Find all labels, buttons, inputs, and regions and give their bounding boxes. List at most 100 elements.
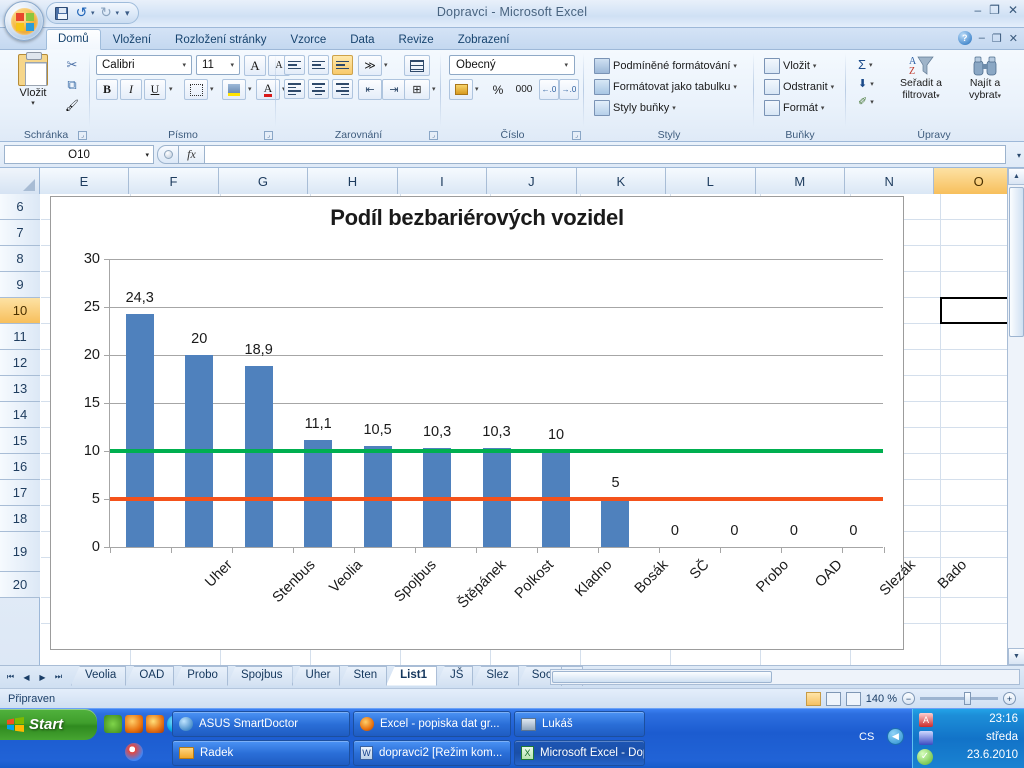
formula-toggle-button[interactable] — [157, 145, 179, 164]
page-break-view-button[interactable] — [845, 691, 861, 706]
acrobat-tray-icon[interactable]: A — [919, 713, 933, 727]
vertical-scroll-thumb[interactable] — [1009, 187, 1024, 337]
align-top-button[interactable] — [284, 55, 305, 75]
bar-group[interactable]: 10 — [526, 259, 585, 547]
antivirus-tray-icon[interactable]: ✓ — [917, 749, 933, 765]
decrease-indent-button[interactable]: ⇤ — [358, 79, 382, 100]
row-header-10[interactable]: 10 — [0, 298, 40, 324]
sheet-tab-oad[interactable]: OAD — [125, 665, 175, 686]
align-left-button[interactable] — [284, 79, 305, 99]
thousands-button[interactable]: 000 — [511, 79, 537, 100]
vertical-scrollbar[interactable]: ▲ ▼ — [1007, 168, 1024, 665]
zoom-level[interactable]: 140 % — [866, 693, 897, 705]
minimize-button[interactable]: – — [974, 4, 981, 16]
underline-caret-icon[interactable]: ▾ — [169, 85, 173, 93]
bar-group[interactable]: 10,3 — [467, 259, 526, 547]
taskbar-button-dopravci2[interactable]: W dopravci2 [Režim kom... — [353, 740, 511, 766]
chevron-down-icon[interactable]: ▾ — [870, 80, 874, 88]
tab-zobrazeni[interactable]: Zobrazení — [446, 30, 522, 50]
sheet-tab-js[interactable]: JŠ — [435, 665, 474, 686]
cell-styles-button[interactable]: Styly buňky ▾ — [590, 98, 741, 118]
next-sheet-button[interactable]: ▶ — [35, 670, 50, 685]
sheet-tab-spojbus[interactable]: Spojbus — [226, 665, 293, 686]
first-sheet-button[interactable]: ⏮ — [3, 670, 18, 685]
sheet-tab-probo[interactable]: Probo — [173, 665, 228, 686]
chevron-down-icon[interactable]: ▾ — [145, 151, 149, 159]
chrome-icon[interactable] — [125, 743, 143, 761]
autosum-button[interactable]: Σ ▾ — [854, 55, 878, 74]
insert-cells-button[interactable]: Vložit ▾ — [760, 56, 838, 76]
column-header-I[interactable]: I — [397, 168, 488, 194]
underline-button[interactable]: U — [144, 79, 166, 100]
column-header-G[interactable]: G — [218, 168, 309, 194]
decrease-decimal-button[interactable]: →.0 — [559, 79, 579, 100]
firefox-icon[interactable] — [125, 715, 143, 733]
copy-button[interactable]: ⧉ — [60, 75, 84, 95]
borders-caret-icon[interactable]: ▾ — [210, 85, 214, 93]
row-header-19[interactable]: 19 — [0, 532, 40, 572]
tab-rozlozeni-stranky[interactable]: Rozložení stránky — [163, 30, 278, 50]
doc-restore-button[interactable]: ❐ — [992, 32, 1002, 45]
zoom-slider[interactable] — [920, 692, 998, 705]
font-name-input[interactable]: Calibri ▾ — [96, 55, 192, 75]
doc-minimize-button[interactable]: – — [979, 32, 985, 44]
expand-formula-bar-icon[interactable]: ▾ — [1017, 151, 1021, 160]
help-icon[interactable]: ? — [957, 31, 972, 45]
page-layout-view-button[interactable] — [825, 691, 841, 706]
fill-color-button[interactable] — [222, 79, 246, 100]
bar-veolia[interactable] — [244, 366, 273, 547]
column-header-N[interactable]: N — [844, 168, 935, 194]
reference-line-orange[interactable] — [110, 497, 883, 501]
chart-object[interactable]: Podíl bezbariérových vozidel 30 25 20 15… — [50, 196, 970, 650]
office-button[interactable] — [4, 1, 44, 41]
horizontal-scrollbar[interactable] — [550, 669, 1020, 685]
row-header-20[interactable]: 20 — [0, 572, 40, 598]
align-right-button[interactable] — [332, 79, 353, 99]
taskbar-button-radek[interactable]: Radek — [172, 740, 350, 766]
format-as-table-button[interactable]: Formátovat jako tabulku ▾ — [590, 77, 741, 97]
doc-close-button[interactable]: ✕ — [1009, 32, 1018, 45]
chevron-down-icon[interactable]: ▾ — [936, 93, 940, 100]
bar-sc[interactable] — [601, 499, 630, 547]
font-size-input[interactable]: 11 ▾ — [196, 55, 240, 75]
chevron-down-icon[interactable]: ▾ — [998, 93, 1002, 100]
increase-decimal-button[interactable]: ←.0 — [539, 79, 559, 100]
chevron-down-icon[interactable]: ▾ — [831, 83, 835, 91]
column-header-M[interactable]: M — [755, 168, 845, 194]
cut-button[interactable]: ✂ — [60, 55, 84, 75]
bar-group[interactable]: 20 — [169, 259, 228, 547]
format-painter-button[interactable]: 🖌 — [60, 95, 84, 115]
find-select-button[interactable]: Najít a vybrat▾ — [954, 54, 1016, 102]
zoom-in-button[interactable]: + — [1003, 692, 1016, 705]
maximize-button[interactable]: ❐ — [989, 4, 1000, 16]
column-header-J[interactable]: J — [487, 168, 577, 194]
tab-vlozeni[interactable]: Vložení — [101, 30, 163, 50]
bar-group[interactable]: 0 — [645, 259, 704, 547]
row-header-15[interactable]: 15 — [0, 428, 40, 454]
clipboard-dialog-launcher[interactable]: ⌟ — [78, 131, 87, 140]
format-cells-button[interactable]: Formát ▾ — [760, 98, 838, 118]
row-header-7[interactable]: 7 — [0, 220, 40, 246]
sheet-tab-sten[interactable]: Sten — [339, 665, 388, 686]
zoom-out-button[interactable]: − — [902, 692, 915, 705]
scroll-up-button[interactable]: ▲ — [1008, 168, 1024, 185]
fill-caret-icon[interactable]: ▾ — [248, 85, 252, 93]
delete-cells-button[interactable]: Odstranit ▾ — [760, 77, 838, 97]
chevron-down-icon[interactable]: ▾ — [733, 83, 737, 91]
grow-font-button[interactable]: A — [244, 55, 266, 76]
row-header-8[interactable]: 8 — [0, 246, 40, 272]
fill-button[interactable]: ⬇ ▾ — [854, 75, 878, 92]
bar-group[interactable]: 18,9 — [229, 259, 288, 547]
language-indicator[interactable]: CS — [859, 731, 874, 743]
align-bottom-button[interactable] — [332, 55, 353, 75]
chevron-down-icon[interactable]: ▾ — [870, 98, 874, 106]
column-header-H[interactable]: H — [308, 168, 398, 194]
bold-button[interactable]: B — [96, 79, 118, 100]
column-header-E[interactable]: E — [39, 168, 130, 194]
paste-button[interactable]: Vložit ▾ — [10, 52, 56, 107]
start-button[interactable]: Start — [0, 709, 97, 740]
taskbar-button-asus-smartdoctor[interactable]: ASUS SmartDoctor — [172, 711, 350, 737]
scroll-down-button[interactable]: ▼ — [1008, 648, 1024, 665]
chevron-down-icon[interactable]: ▾ — [821, 104, 825, 112]
percent-button[interactable]: % — [487, 79, 509, 100]
